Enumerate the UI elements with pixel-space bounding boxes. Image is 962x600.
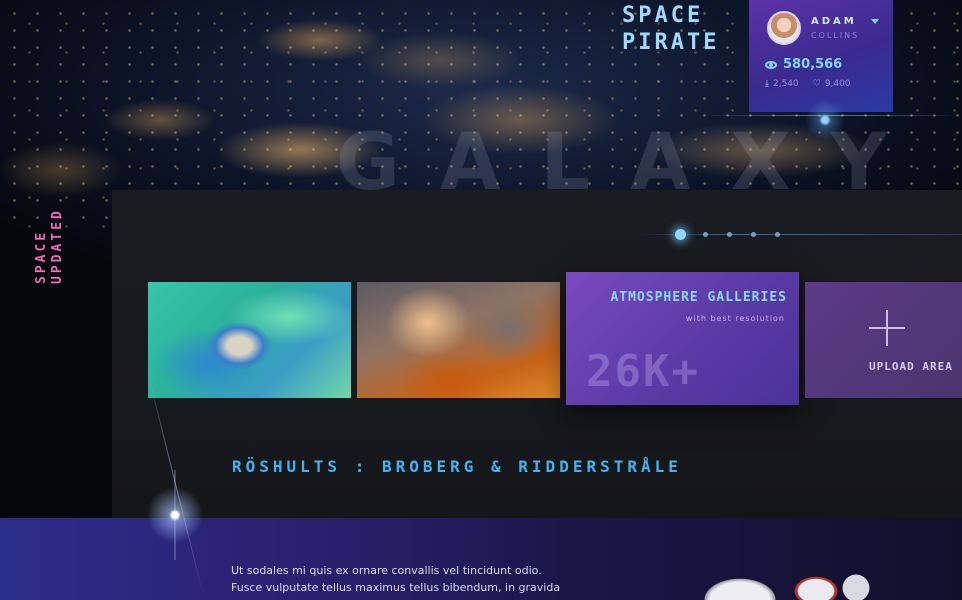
atmosphere-galleries-card[interactable]: ATMOSPHERE GALLERIES with best resolutio… [566, 272, 799, 405]
profile-card[interactable]: ADAM COLLINS 580,566 ⤓ 2,540 ♡ 9,400 [749, 0, 893, 112]
footer-body-text: Ut sodales mi quis ex ornare convallis v… [231, 562, 621, 596]
views-stat: 580,566 [765, 57, 842, 72]
likes-stat: ♡ 9,400 [813, 79, 851, 89]
views-count: 580,566 [783, 57, 843, 72]
side-label: SPACE UPDATED [34, 184, 82, 284]
footer-body-line-2: Fusce vulputate tellus maximus tellus bi… [231, 581, 561, 594]
pager-dot[interactable] [727, 232, 732, 237]
pager-dot-active[interactable] [675, 229, 686, 240]
likes-count: 9,400 [824, 79, 851, 89]
downloads-count: 2,540 [772, 79, 799, 89]
side-label-line-1: SPACE [34, 229, 49, 284]
gallery-tile-nebula[interactable] [357, 282, 560, 398]
heart-icon: ♡ [812, 79, 821, 89]
atmosphere-subtitle: with best resolution [685, 314, 785, 323]
side-label-line-2: UPDATED [50, 208, 65, 284]
downloads-stat: ⤓ 2,540 [765, 79, 799, 89]
upload-label: UPLOAD AREA [869, 360, 953, 373]
footer-body-line-1: Ut sodales mi quis ex ornare convallis v… [231, 564, 542, 577]
chevron-down-icon[interactable] [871, 19, 879, 24]
mini-stats: ⤓ 2,540 ♡ 9,400 [765, 79, 851, 89]
brand-line-1: SPACE [622, 3, 704, 28]
upload-area[interactable]: UPLOAD AREA [805, 282, 962, 398]
pager-dot[interactable] [703, 232, 708, 237]
pager-dot[interactable] [775, 232, 780, 237]
atmosphere-title: ATMOSPHERE GALLERIES [610, 290, 787, 305]
section-headline: RÖSHULTS : BROBERG & RIDDERSTRÅLE [232, 457, 682, 476]
astronaut-image [680, 558, 880, 600]
light-flare [805, 100, 845, 140]
brand-logo[interactable]: SPACE PIRATE [622, 2, 722, 56]
atmosphere-count: 26K+ [586, 346, 700, 397]
brand-line-2: PIRATE [622, 30, 720, 55]
profile-surname: COLLINS [811, 31, 860, 40]
avatar[interactable] [767, 11, 801, 45]
plus-icon [869, 310, 905, 346]
download-icon: ⤓ [765, 79, 769, 89]
pager-track [640, 234, 962, 235]
star-flare [130, 470, 220, 560]
gallery-tile-earth[interactable] [148, 282, 351, 398]
pager-dot[interactable] [751, 232, 756, 237]
profile-name: ADAM [811, 16, 857, 27]
eye-icon [765, 60, 777, 69]
